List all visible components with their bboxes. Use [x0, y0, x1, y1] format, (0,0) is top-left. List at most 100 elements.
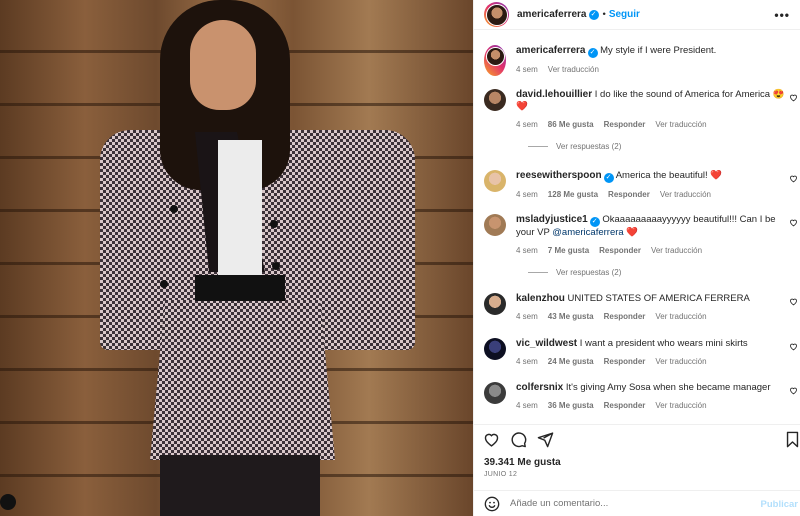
comment-reply-button[interactable]: Responder	[599, 246, 641, 255]
follow-button[interactable]: Seguir	[609, 9, 640, 20]
comment-reply-button[interactable]: Responder	[604, 357, 646, 366]
comment-text: It's giving Amy Sosa when she became man…	[565, 382, 771, 393]
comment-icon[interactable]	[510, 431, 527, 448]
photo-belt	[195, 275, 285, 301]
heart-icon[interactable]	[483, 431, 500, 448]
jacket-button	[160, 280, 168, 288]
comment-time[interactable]: 4 sem	[516, 401, 538, 410]
comment-heart-emoji: ❤️	[710, 170, 723, 181]
comment-time[interactable]: 4 sem	[516, 190, 538, 199]
photo-subject	[100, 0, 430, 516]
comment-translate-link[interactable]: Ver traducción	[660, 190, 711, 199]
comment-heart-emoji: ❤️	[516, 101, 528, 112]
comment-item: colfersnix It's giving Amy Sosa when she…	[484, 382, 800, 412]
comment-item: david.lehouillier I do like the sound of…	[484, 89, 800, 131]
comment-text: UNITED STATES OF AMERICA FERRERA	[567, 293, 750, 304]
photo-shirt	[218, 140, 262, 275]
header-separator: •	[602, 9, 606, 20]
author-avatar-ring[interactable]	[484, 2, 509, 27]
tagged-user-icon[interactable]	[0, 494, 16, 510]
comment-translate-link[interactable]: Ver traducción	[655, 120, 706, 129]
view-replies-button[interactable]: Ver respuestas (2)	[528, 142, 621, 151]
comment-likes[interactable]: 24 Me gusta	[548, 357, 594, 366]
comment-like-icon[interactable]	[789, 174, 798, 183]
comment-username[interactable]: kalenzhou	[516, 293, 565, 304]
comment-likes[interactable]: 43 Me gusta	[548, 312, 594, 321]
jacket-button	[270, 220, 278, 228]
comment-text: I want a president who wears mini skirts	[579, 338, 748, 349]
comment-likes[interactable]: 7 Me gusta	[548, 246, 589, 255]
comment-reply-button[interactable]: Responder	[604, 401, 646, 410]
comment-likes[interactable]: 86 Me gusta	[548, 120, 594, 129]
comment-heart-emoji: ❤️	[626, 227, 639, 238]
photo-legs	[160, 455, 320, 516]
caption-translate-link[interactable]: Ver traducción	[548, 65, 599, 74]
comment-username[interactable]: vic_wildwest	[516, 338, 577, 349]
comment-translate-link[interactable]: Ver traducción	[655, 312, 706, 321]
author-avatar[interactable]	[485, 3, 508, 26]
comment-username[interactable]: msladyjustice1	[516, 214, 588, 225]
commenter-avatar[interactable]	[484, 382, 506, 404]
commenter-avatar[interactable]	[484, 214, 506, 236]
view-replies-label[interactable]: Ver respuestas (2)	[556, 268, 621, 277]
comment-username[interactable]: reesewitherspoon	[516, 170, 602, 181]
comment-input[interactable]	[510, 498, 750, 509]
send-icon[interactable]	[537, 431, 554, 448]
publish-button[interactable]: Publicar	[761, 499, 799, 510]
emoji-icon[interactable]	[484, 496, 500, 512]
photo-skirt	[150, 300, 335, 460]
commenter-avatar[interactable]	[484, 293, 506, 315]
view-replies-label[interactable]: Ver respuestas (2)	[556, 142, 621, 151]
comment-mention-link[interactable]: @americaferrera	[552, 227, 623, 238]
comment-time[interactable]: 4 sem	[516, 120, 538, 129]
caption-avatar[interactable]	[485, 46, 505, 66]
caption: americaferrera ✓ My style if I were Presi…	[484, 45, 800, 76]
action-bar	[474, 424, 800, 454]
post-photo[interactable]	[0, 0, 473, 516]
comment-like-icon[interactable]	[789, 93, 798, 102]
comment-time[interactable]: 4 sem	[516, 312, 538, 321]
comment-likes[interactable]: 36 Me gusta	[548, 401, 594, 410]
view-replies-button[interactable]: Ver respuestas (2)	[528, 268, 621, 277]
more-icon[interactable]: •••	[774, 8, 790, 22]
comment-like-icon[interactable]	[789, 297, 798, 306]
replies-line	[528, 272, 548, 273]
comment-like-icon[interactable]	[789, 342, 798, 351]
comment-like-icon[interactable]	[789, 386, 798, 395]
commenter-avatar[interactable]	[484, 170, 506, 192]
comment-item: kalenzhou UNITED STATES OF AMERICA FERRE…	[484, 293, 800, 323]
bookmark-icon[interactable]	[785, 431, 800, 448]
verified-badge-icon: ✓	[589, 217, 600, 227]
comment-reply-button[interactable]: Responder	[608, 190, 650, 199]
commenter-avatar[interactable]	[484, 89, 506, 111]
comment-reply-button[interactable]: Responder	[604, 120, 646, 129]
commenter-avatar[interactable]	[484, 338, 506, 360]
author-username[interactable]: americaferrera	[517, 9, 587, 20]
comment-username[interactable]: david.lehouillier	[516, 89, 592, 100]
caption-time[interactable]: 4 sem	[516, 65, 538, 74]
comment-item: reesewitherspoon ✓ America the beautiful!…	[484, 170, 800, 201]
replies-line	[528, 146, 548, 147]
comment-composer: Publicar	[474, 490, 800, 516]
comment-translate-link[interactable]: Ver traducción	[655, 401, 706, 410]
comment-likes[interactable]: 128 Me gusta	[548, 190, 598, 199]
comment-time[interactable]: 4 sem	[516, 246, 538, 255]
verified-badge-icon: ✓	[603, 173, 614, 183]
likes-count[interactable]: 39.341 Me gusta	[484, 457, 561, 468]
caption-text: My style if I were President.	[600, 45, 717, 56]
caption-username[interactable]: americaferrera	[516, 45, 586, 56]
post-date: JUNIO 12	[484, 471, 518, 478]
jacket-button	[272, 262, 280, 270]
comment-time[interactable]: 4 sem	[516, 357, 538, 366]
verified-badge-icon: ✓	[588, 9, 599, 20]
comments-list[interactable]: americaferrera ✓ My style if I were Presi…	[474, 31, 800, 423]
post-side-panel: americaferrera ✓ • Seguir ••• americafer…	[473, 0, 800, 516]
comment-username[interactable]: colfersnix	[516, 382, 563, 393]
comment-reply-button[interactable]: Responder	[604, 312, 646, 321]
caption-avatar-ring[interactable]	[484, 45, 506, 76]
comment-translate-link[interactable]: Ver traducción	[651, 246, 702, 255]
jacket-button	[170, 205, 178, 213]
comment-like-icon[interactable]	[789, 218, 798, 227]
post-header: americaferrera ✓ • Seguir	[474, 0, 800, 30]
comment-translate-link[interactable]: Ver traducción	[655, 357, 706, 366]
